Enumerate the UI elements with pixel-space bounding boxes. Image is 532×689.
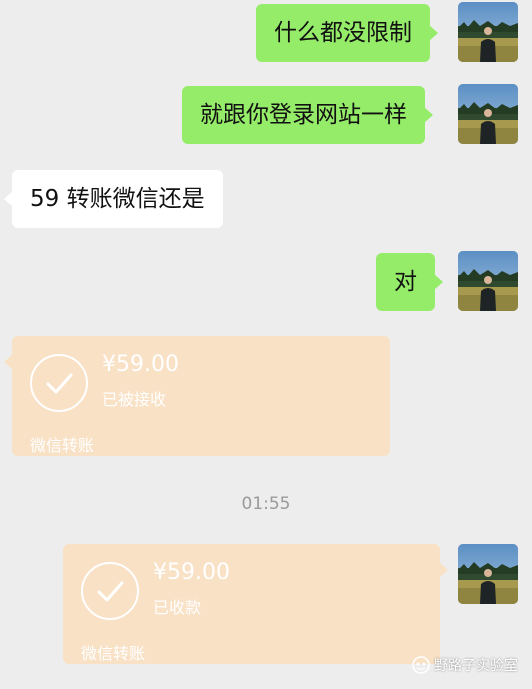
message-bubble-outgoing[interactable]: 什么都没限制 [256, 4, 438, 62]
transfer-label: 微信转账 [81, 644, 146, 663]
transfer-amount: ¥59.00 [102, 352, 179, 377]
message-bubble-outgoing[interactable]: 对 [376, 253, 443, 311]
transfer-status: 已收款 [153, 598, 202, 617]
watermark-text: 野路子实验室 [434, 658, 518, 674]
message-bubble-outgoing[interactable]: 就跟你登录网站一样 [182, 86, 433, 144]
avatar[interactable] [458, 2, 518, 62]
transfer-status: 已被接收 [102, 390, 167, 409]
avatar[interactable] [458, 84, 518, 144]
message-text: 59 转账微信还是 [30, 186, 205, 212]
message-text: 就跟你登录网站一样 [200, 102, 407, 128]
timestamp: 01:55 [241, 494, 291, 514]
transfer-card-collected[interactable]: ¥59.00 已收款 微信转账 [63, 544, 448, 664]
check-circle-icon [81, 562, 139, 620]
message-text: 什么都没限制 [274, 20, 412, 46]
transfer-card-received[interactable]: ¥59.00 已被接收 微信转账 [4, 336, 390, 456]
avatar[interactable] [458, 251, 518, 311]
message-text: 对 [394, 269, 417, 295]
avatar[interactable] [458, 544, 518, 604]
transfer-label: 微信转账 [30, 436, 95, 455]
check-circle-icon [30, 354, 88, 412]
wechat-channel-icon [412, 656, 430, 674]
message-bubble-incoming[interactable]: 59 转账微信还是 [4, 170, 223, 228]
transfer-amount: ¥59.00 [153, 560, 230, 585]
